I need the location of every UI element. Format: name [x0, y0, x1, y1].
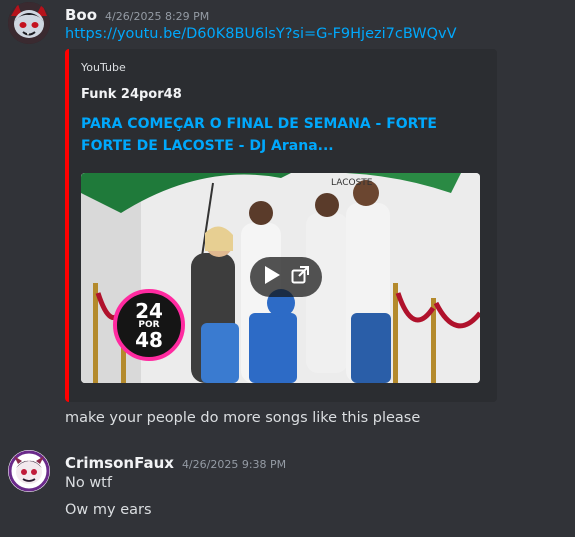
avatar-boo-image	[8, 2, 50, 44]
message-text: make your people do more songs like this…	[65, 410, 421, 426]
message-group-crimsonfaux: CrimsonFaux 4/26/2025 9:38 PM No wtf Ow …	[0, 446, 575, 537]
channel-logo: 24 POR 48	[113, 289, 185, 361]
avatar-boo[interactable]	[8, 2, 50, 44]
logo-text-top: 24	[135, 298, 163, 323]
embed-title[interactable]: PARA COMEÇAR O FINAL DE SEMANA - FORTE F…	[81, 113, 491, 157]
message-header-crimsonfaux: CrimsonFaux 4/26/2025 9:38 PM	[65, 454, 286, 472]
embed-author[interactable]: Funk 24por48	[81, 87, 182, 102]
username[interactable]: CrimsonFaux	[65, 454, 174, 472]
timestamp[interactable]: 4/26/2025 9:38 PM	[182, 458, 286, 471]
username[interactable]: Boo	[65, 6, 97, 24]
message-header-boo: Boo 4/26/2025 8:29 PM	[65, 6, 209, 24]
message-group-boo: Boo 4/26/2025 8:29 PM https://youtu.be/D…	[0, 0, 575, 426]
youtube-link[interactable]: https://youtu.be/D60K8BU6lsY?si=G-F9Hjez…	[65, 26, 457, 42]
video-controls	[250, 257, 322, 297]
external-link-icon[interactable]	[291, 266, 309, 288]
timestamp[interactable]: 4/26/2025 8:29 PM	[105, 10, 209, 23]
avatar-crimsonfaux[interactable]	[8, 450, 50, 492]
message-text: Ow my ears	[65, 502, 152, 518]
thumbnail-sign: LACOSTE	[331, 178, 373, 188]
embed-provider[interactable]: YouTube	[81, 61, 126, 74]
message-text: No wtf	[65, 475, 112, 491]
video-thumbnail[interactable]: LACOSTE 24 POR 48	[81, 173, 480, 383]
youtube-embed: YouTube Funk 24por48 PARA COMEÇAR O FINA…	[65, 49, 497, 402]
play-icon[interactable]	[263, 265, 281, 289]
avatar-crimsonfaux-image	[8, 450, 50, 492]
logo-text-bottom: 48	[135, 327, 163, 352]
